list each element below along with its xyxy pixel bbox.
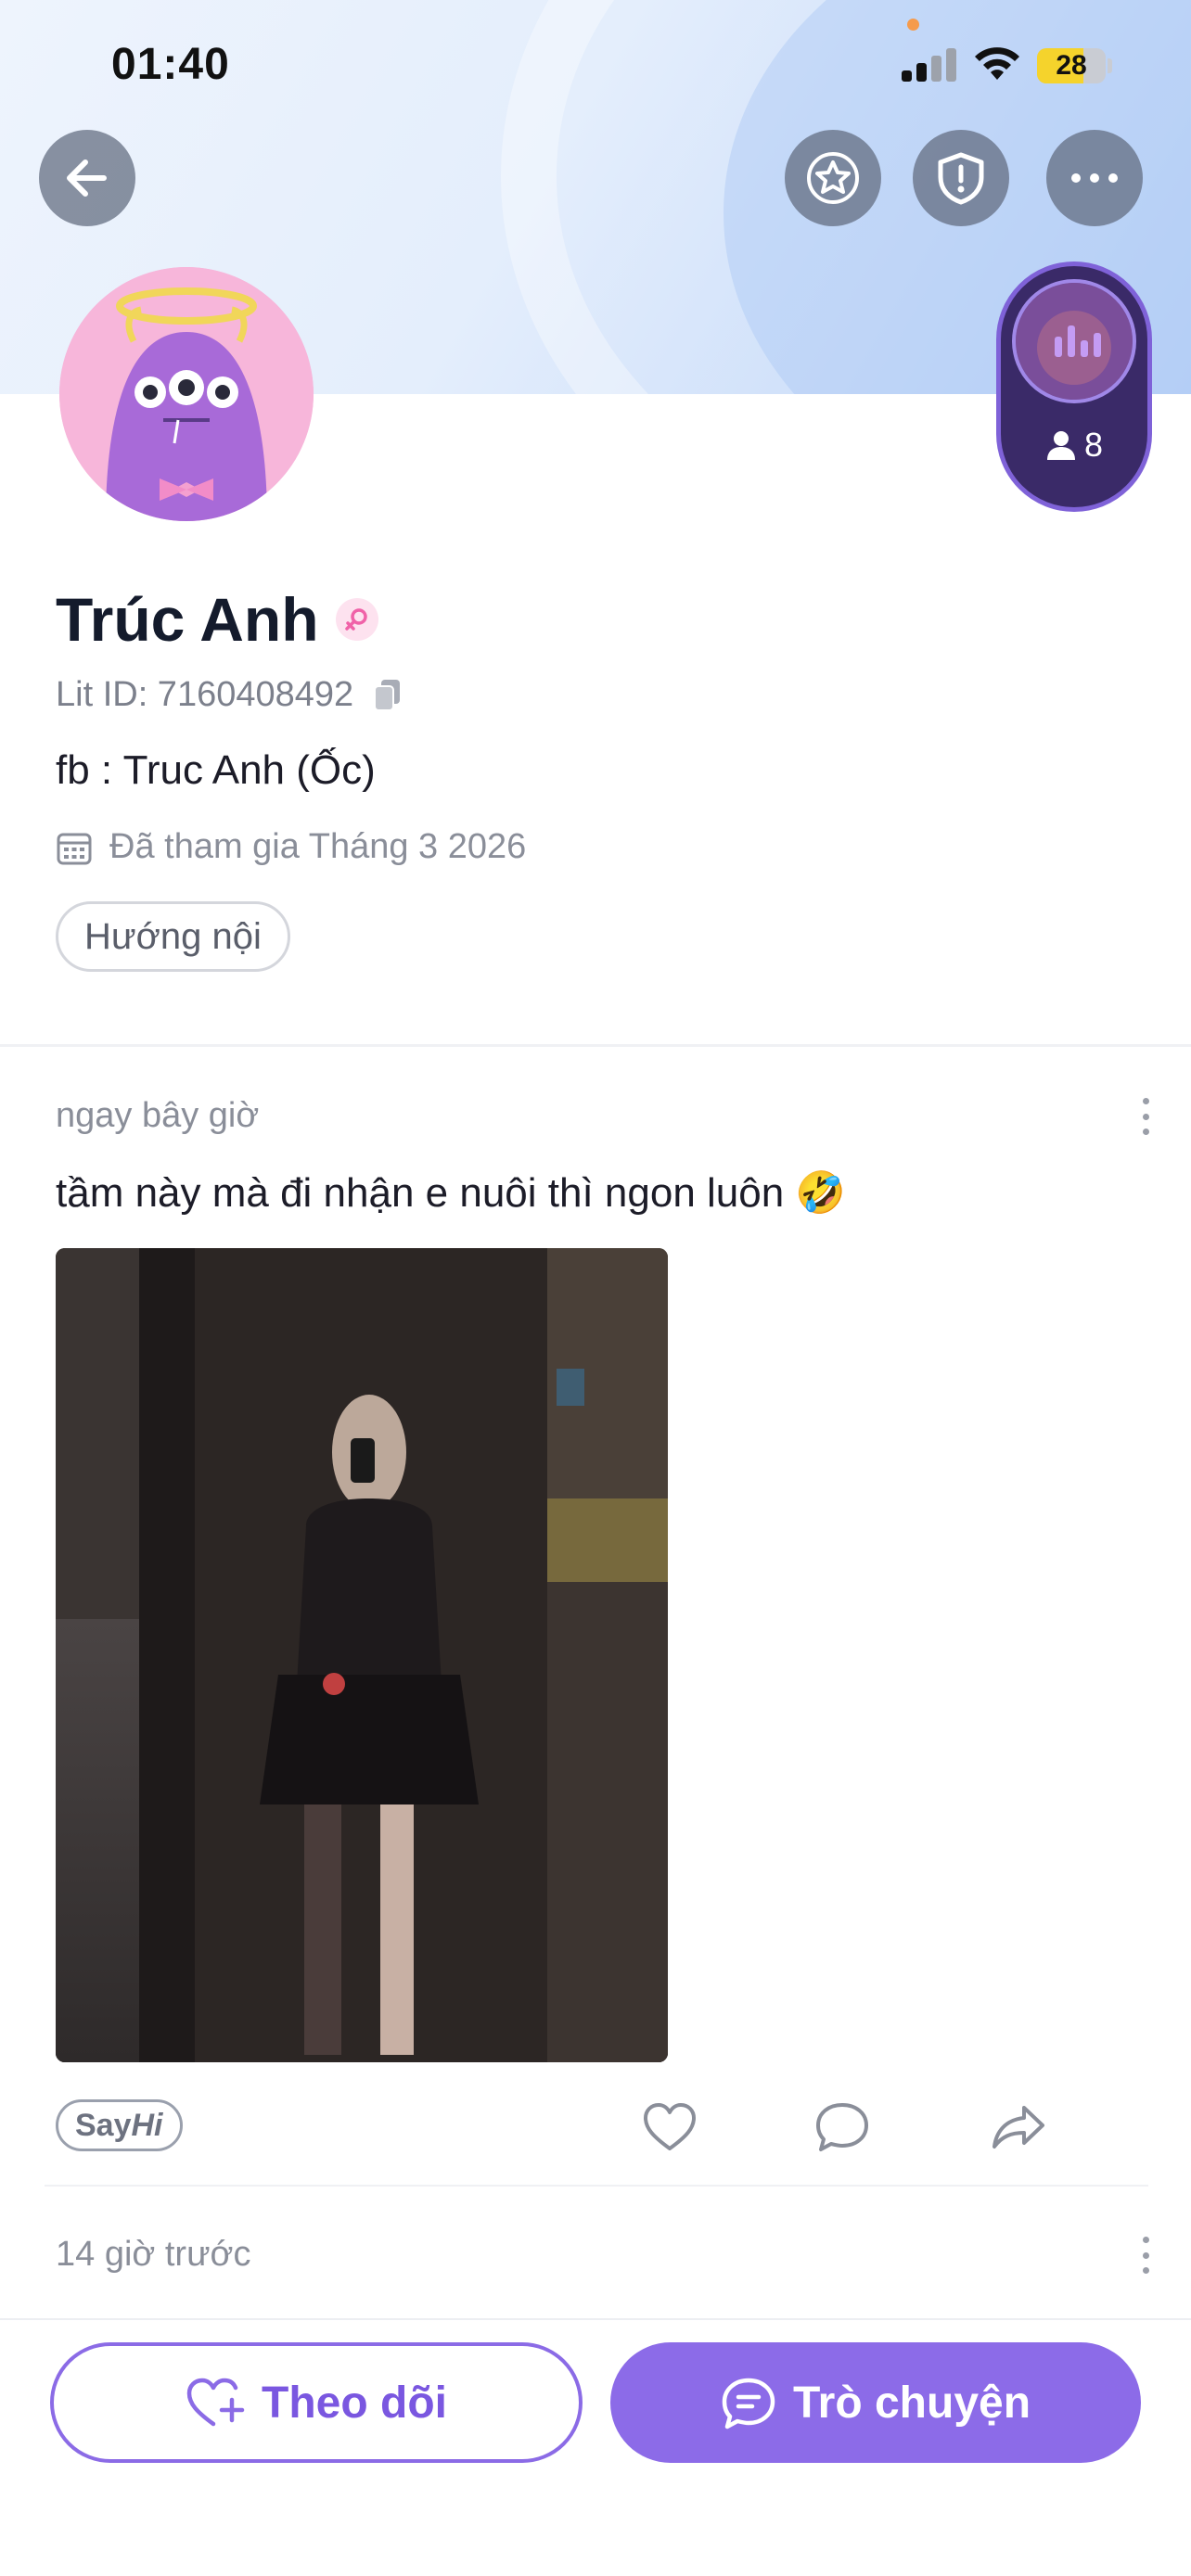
- section-divider: [0, 1044, 1191, 1047]
- person-icon: [1046, 431, 1075, 460]
- heart-icon: [644, 2103, 696, 2150]
- say-hi-button[interactable]: Say Hi: [56, 2099, 183, 2151]
- chat-bubble-icon: [722, 2378, 775, 2429]
- profile-bio: fb : Truc Anh (Ốc): [56, 747, 376, 793]
- more-options-button[interactable]: [1046, 130, 1143, 226]
- joined-date: Đã tham gia Tháng 3 2026: [109, 827, 527, 866]
- shield-alert-icon: [938, 152, 984, 205]
- post-photo[interactable]: [56, 1248, 668, 2062]
- share-button[interactable]: [989, 2098, 1048, 2157]
- copy-icon[interactable]: [372, 678, 403, 713]
- room-host-avatar: [1012, 279, 1136, 403]
- comment-button[interactable]: [813, 2098, 872, 2157]
- battery-tip: [1108, 58, 1112, 73]
- profile-name: Trúc Anh: [56, 585, 319, 654]
- live-room-badge[interactable]: 8: [996, 261, 1152, 512]
- post-more-button[interactable]: [1141, 2237, 1150, 2274]
- audio-wave-icon: [1016, 283, 1133, 400]
- favorite-button[interactable]: [785, 130, 881, 226]
- battery-level: 28: [1056, 50, 1087, 81]
- back-button[interactable]: [39, 130, 135, 226]
- room-listener-count: 8: [1001, 422, 1147, 468]
- post-time: ngay bây giờ: [56, 1096, 260, 1135]
- heart-plus-icon: [186, 2378, 245, 2427]
- profile-name-row: Trúc Anh: [56, 582, 378, 657]
- cellular-signal-icon: [902, 48, 957, 82]
- personality-tag: Hướng nội: [56, 901, 290, 972]
- calendar-icon: [57, 833, 92, 864]
- lit-id: Lit ID: 7160408492: [56, 675, 354, 714]
- more-horizontal-icon: [1071, 173, 1118, 183]
- post-text: tầm này mà đi nhận e nuôi thì ngon luôn …: [56, 1170, 847, 1216]
- monster-avatar-illustration: [59, 267, 314, 521]
- lit-id-row: Lit ID: 7160408492: [56, 675, 403, 715]
- status-time: 01:40: [111, 40, 230, 89]
- post-divider: [45, 2185, 1148, 2187]
- star-icon: [807, 152, 859, 204]
- battery-indicator: 28: [1037, 48, 1106, 83]
- arrow-left-icon: [67, 159, 107, 197]
- post-more-button[interactable]: [1141, 1098, 1150, 1135]
- post-time: 14 giờ trước: [56, 2235, 251, 2274]
- follow-label: Theo dõi: [262, 2378, 447, 2428]
- joined-date-row: Đã tham gia Tháng 3 2026: [56, 827, 526, 867]
- room-count-text: 8: [1083, 426, 1104, 464]
- chat-label: Trò chuyện: [792, 2378, 1031, 2428]
- like-button[interactable]: [640, 2098, 699, 2157]
- avatar[interactable]: [59, 267, 314, 521]
- report-button[interactable]: [913, 130, 1009, 226]
- follow-button[interactable]: Theo dõi: [50, 2342, 583, 2463]
- chat-button[interactable]: Trò chuyện: [610, 2342, 1141, 2463]
- wifi-icon: [975, 47, 1019, 80]
- female-gender-icon: [335, 598, 378, 641]
- mirror-selfie-photo: [56, 1248, 668, 2062]
- privacy-indicator-dot: [907, 19, 919, 31]
- say-hi-label-say: Say: [75, 2107, 132, 2143]
- comment-bubble-icon: [816, 2103, 868, 2151]
- share-arrow-icon: [992, 2106, 1044, 2149]
- say-hi-label-hi: Hi: [131, 2107, 163, 2143]
